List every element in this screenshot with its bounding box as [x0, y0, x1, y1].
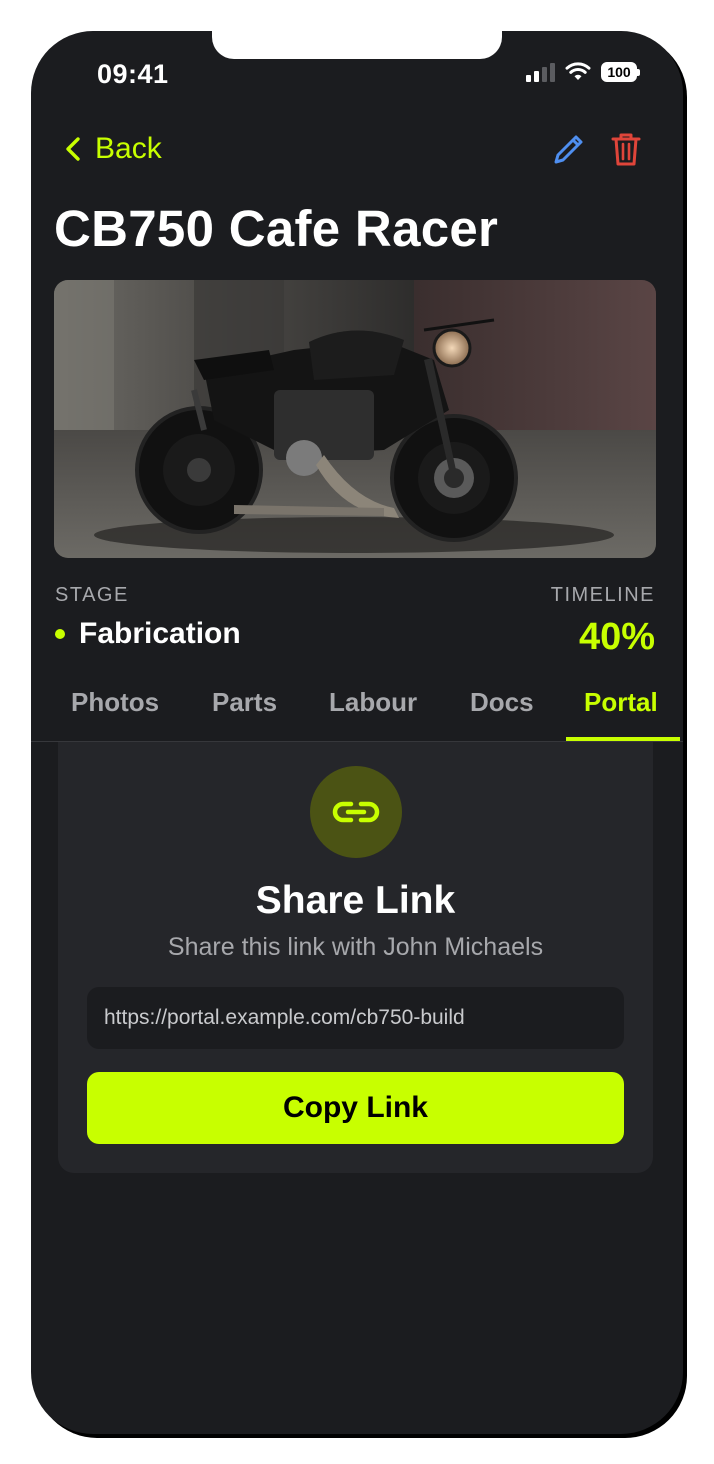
trash-icon — [611, 133, 641, 166]
tab-bar: Photos Parts Labour Docs Portal — [31, 681, 683, 742]
project-hero-image — [54, 280, 656, 558]
tab-docs[interactable]: Docs — [470, 687, 534, 718]
copy-link-button[interactable]: Copy Link — [87, 1072, 624, 1144]
tab-portal[interactable]: Portal — [584, 687, 658, 718]
timeline-label: TIMELINE — [550, 584, 655, 606]
project-title: CB750 Cafe Racer — [54, 200, 499, 257]
tab-labour[interactable]: Labour — [329, 687, 417, 718]
share-url-field[interactable]: https://portal.example.com/cb750-build — [87, 987, 624, 1049]
share-link-subtitle: Share this link with John Michaels — [167, 933, 544, 961]
stage-value: Fabrication — [79, 617, 241, 650]
timeline-value: 40% — [578, 616, 655, 658]
back-button[interactable]: Back — [65, 132, 162, 166]
link-icon-badge — [310, 766, 402, 858]
tab-photos[interactable]: Photos — [71, 687, 159, 718]
back-label: Back — [95, 132, 162, 165]
wifi-icon — [565, 62, 591, 80]
share-link-card: Share Link Share this link with John Mic… — [58, 742, 653, 1173]
link-icon — [332, 801, 380, 823]
tab-parts[interactable]: Parts — [212, 687, 277, 718]
stage-label: STAGE — [55, 584, 129, 606]
stage-dot-icon — [55, 629, 65, 639]
status-icons: 100 — [526, 62, 640, 82]
delete-button[interactable] — [610, 131, 642, 172]
pencil-icon — [554, 135, 583, 164]
notch — [212, 31, 502, 59]
battery-icon: 100 — [601, 62, 640, 82]
active-tab-indicator — [566, 737, 680, 741]
phone-screen: 09:41 100 Back CB750 Cafe Racer STAGE Fa… — [31, 31, 683, 1434]
edit-button[interactable] — [551, 131, 587, 172]
chevron-left-icon — [66, 137, 80, 161]
cellular-signal-icon — [526, 62, 555, 82]
status-time: 09:41 — [97, 59, 169, 89]
share-link-title: Share Link — [255, 879, 456, 922]
stage-status: Fabrication — [55, 617, 241, 651]
